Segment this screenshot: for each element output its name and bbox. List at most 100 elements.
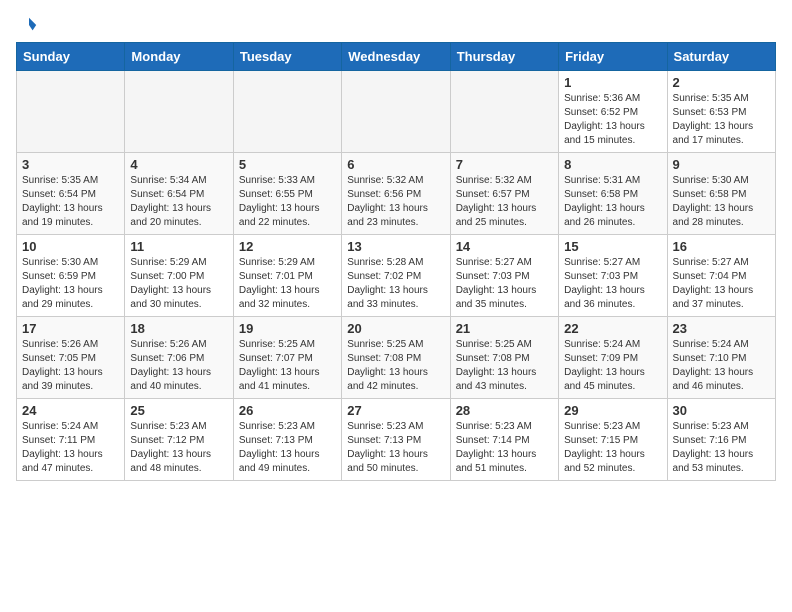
weekday-header-sunday: Sunday: [17, 43, 125, 71]
day-cell-13: 13 Sunrise: 5:28 AM Sunset: 7:02 PM Dayli…: [342, 235, 450, 317]
day-info: Sunrise: 5:34 AM Sunset: 6:54 PM Dayligh…: [130, 174, 227, 230]
day-cell-19: 19Sunrise: 5:25 AM Sunset: 7:07 PM Dayli…: [233, 317, 341, 399]
weekday-header-wednesday: Wednesday: [342, 43, 450, 71]
day-cell-9: 9 Sunrise: 5:30 AM Sunset: 6:58 PM Daylig…: [667, 153, 775, 235]
day-number: 18: [130, 321, 227, 336]
day-info: Sunrise: 5:29 AM Sunset: 7:00 PM Dayligh…: [130, 256, 227, 312]
day-number: 22: [564, 321, 661, 336]
day-info: Sunrise: 5:27 AM Sunset: 7:04 PM Dayligh…: [673, 256, 770, 312]
day-info: Sunrise: 5:24 AM Sunset: 7:10 PM Dayligh…: [673, 338, 770, 394]
logo: [16, 16, 38, 34]
day-number: 6: [347, 157, 444, 172]
day-info: Sunrise: 5:26 AM Sunset: 7:06 PM Dayligh…: [130, 338, 227, 394]
day-info: Sunrise: 5:36 AM Sunset: 6:52 PM Dayligh…: [564, 92, 661, 148]
day-number: 16: [673, 239, 770, 254]
day-info: Sunrise: 5:25 AM Sunset: 7:08 PM Dayligh…: [347, 338, 444, 394]
day-number: 1: [564, 75, 661, 90]
day-number: 15: [564, 239, 661, 254]
day-cell-11: 11 Sunrise: 5:29 AM Sunset: 7:00 PM Dayli…: [125, 235, 233, 317]
day-info: Sunrise: 5:23 AM Sunset: 7:13 PM Dayligh…: [239, 420, 336, 476]
day-cell-14: 14Sunrise: 5:27 AM Sunset: 7:03 PM Dayli…: [450, 235, 558, 317]
day-number: 3: [22, 157, 119, 172]
day-number: 17: [22, 321, 119, 336]
day-cell-4: 4 Sunrise: 5:34 AM Sunset: 6:54 PM Daylig…: [125, 153, 233, 235]
day-info: Sunrise: 5:30 AM Sunset: 6:58 PM Dayligh…: [673, 174, 770, 230]
day-number: 21: [456, 321, 553, 336]
week-row-3: 10Sunrise: 5:30 AM Sunset: 6:59 PM Dayli…: [17, 235, 776, 317]
empty-cell: [342, 71, 450, 153]
day-number: 11: [130, 239, 227, 254]
weekday-header-monday: Monday: [125, 43, 233, 71]
day-cell-1: 1 Sunrise: 5:36 AM Sunset: 6:52 PM Daylig…: [559, 71, 667, 153]
day-info: Sunrise: 5:31 AM Sunset: 6:58 PM Dayligh…: [564, 174, 661, 230]
weekday-header-friday: Friday: [559, 43, 667, 71]
week-row-2: 3 Sunrise: 5:35 AM Sunset: 6:54 PM Daylig…: [17, 153, 776, 235]
day-info: Sunrise: 5:35 AM Sunset: 6:54 PM Dayligh…: [22, 174, 119, 230]
week-row-5: 24Sunrise: 5:24 AM Sunset: 7:11 PM Dayli…: [17, 399, 776, 481]
day-cell-7: 7Sunrise: 5:32 AM Sunset: 6:57 PM Daylig…: [450, 153, 558, 235]
day-info: Sunrise: 5:24 AM Sunset: 7:09 PM Dayligh…: [564, 338, 661, 394]
day-number: 13: [347, 239, 444, 254]
day-cell-18: 18 Sunrise: 5:26 AM Sunset: 7:06 PM Dayli…: [125, 317, 233, 399]
day-number: 19: [239, 321, 336, 336]
day-cell-8: 8 Sunrise: 5:31 AM Sunset: 6:58 PM Daylig…: [559, 153, 667, 235]
empty-cell: [17, 71, 125, 153]
calendar-table: SundayMondayTuesdayWednesdayThursdayFrid…: [16, 42, 776, 481]
weekday-header-tuesday: Tuesday: [233, 43, 341, 71]
day-cell-12: 12 Sunrise: 5:29 AM Sunset: 7:01 PM Dayli…: [233, 235, 341, 317]
day-cell-10: 10Sunrise: 5:30 AM Sunset: 6:59 PM Dayli…: [17, 235, 125, 317]
day-number: 28: [456, 403, 553, 418]
day-info: Sunrise: 5:29 AM Sunset: 7:01 PM Dayligh…: [239, 256, 336, 312]
day-number: 10: [22, 239, 119, 254]
day-cell-3: 3 Sunrise: 5:35 AM Sunset: 6:54 PM Daylig…: [17, 153, 125, 235]
day-number: 29: [564, 403, 661, 418]
day-number: 12: [239, 239, 336, 254]
day-cell-17: 17 Sunrise: 5:26 AM Sunset: 7:05 PM Dayli…: [17, 317, 125, 399]
day-number: 27: [347, 403, 444, 418]
empty-cell: [233, 71, 341, 153]
day-cell-5: 5 Sunrise: 5:33 AM Sunset: 6:55 PM Daylig…: [233, 153, 341, 235]
day-info: Sunrise: 5:33 AM Sunset: 6:55 PM Dayligh…: [239, 174, 336, 230]
day-number: 24: [22, 403, 119, 418]
day-cell-25: 25 Sunrise: 5:23 AM Sunset: 7:12 PM Dayli…: [125, 399, 233, 481]
week-row-4: 17 Sunrise: 5:26 AM Sunset: 7:05 PM Dayli…: [17, 317, 776, 399]
day-cell-20: 20 Sunrise: 5:25 AM Sunset: 7:08 PM Dayli…: [342, 317, 450, 399]
day-number: 5: [239, 157, 336, 172]
empty-cell: [450, 71, 558, 153]
day-number: 26: [239, 403, 336, 418]
day-info: Sunrise: 5:23 AM Sunset: 7:15 PM Dayligh…: [564, 420, 661, 476]
day-number: 8: [564, 157, 661, 172]
weekday-header-thursday: Thursday: [450, 43, 558, 71]
day-cell-26: 26 Sunrise: 5:23 AM Sunset: 7:13 PM Dayli…: [233, 399, 341, 481]
day-cell-16: 16 Sunrise: 5:27 AM Sunset: 7:04 PM Dayli…: [667, 235, 775, 317]
day-cell-28: 28 Sunrise: 5:23 AM Sunset: 7:14 PM Dayli…: [450, 399, 558, 481]
day-info: Sunrise: 5:23 AM Sunset: 7:12 PM Dayligh…: [130, 420, 227, 476]
day-info: Sunrise: 5:27 AM Sunset: 7:03 PM Dayligh…: [564, 256, 661, 312]
day-cell-15: 15 Sunrise: 5:27 AM Sunset: 7:03 PM Dayli…: [559, 235, 667, 317]
day-cell-6: 6 Sunrise: 5:32 AM Sunset: 6:56 PM Daylig…: [342, 153, 450, 235]
weekday-header-row: SundayMondayTuesdayWednesdayThursdayFrid…: [17, 43, 776, 71]
logo-icon: [20, 16, 38, 34]
day-number: 20: [347, 321, 444, 336]
day-number: 25: [130, 403, 227, 418]
page-header: [16, 16, 776, 34]
day-info: Sunrise: 5:25 AM Sunset: 7:08 PM Dayligh…: [456, 338, 553, 394]
day-cell-29: 29 Sunrise: 5:23 AM Sunset: 7:15 PM Dayli…: [559, 399, 667, 481]
day-number: 14: [456, 239, 553, 254]
day-cell-2: 2Sunrise: 5:35 AM Sunset: 6:53 PM Daylig…: [667, 71, 775, 153]
day-cell-27: 27 Sunrise: 5:23 AM Sunset: 7:13 PM Dayli…: [342, 399, 450, 481]
day-info: Sunrise: 5:23 AM Sunset: 7:13 PM Dayligh…: [347, 420, 444, 476]
day-info: Sunrise: 5:28 AM Sunset: 7:02 PM Dayligh…: [347, 256, 444, 312]
day-number: 9: [673, 157, 770, 172]
day-info: Sunrise: 5:32 AM Sunset: 6:57 PM Dayligh…: [456, 174, 553, 230]
day-number: 30: [673, 403, 770, 418]
day-number: 23: [673, 321, 770, 336]
day-number: 4: [130, 157, 227, 172]
day-info: Sunrise: 5:35 AM Sunset: 6:53 PM Dayligh…: [673, 92, 770, 148]
day-info: Sunrise: 5:26 AM Sunset: 7:05 PM Dayligh…: [22, 338, 119, 394]
day-info: Sunrise: 5:23 AM Sunset: 7:14 PM Dayligh…: [456, 420, 553, 476]
day-cell-23: 23 Sunrise: 5:24 AM Sunset: 7:10 PM Dayli…: [667, 317, 775, 399]
day-cell-22: 22 Sunrise: 5:24 AM Sunset: 7:09 PM Dayli…: [559, 317, 667, 399]
day-cell-30: 30Sunrise: 5:23 AM Sunset: 7:16 PM Dayli…: [667, 399, 775, 481]
day-info: Sunrise: 5:32 AM Sunset: 6:56 PM Dayligh…: [347, 174, 444, 230]
